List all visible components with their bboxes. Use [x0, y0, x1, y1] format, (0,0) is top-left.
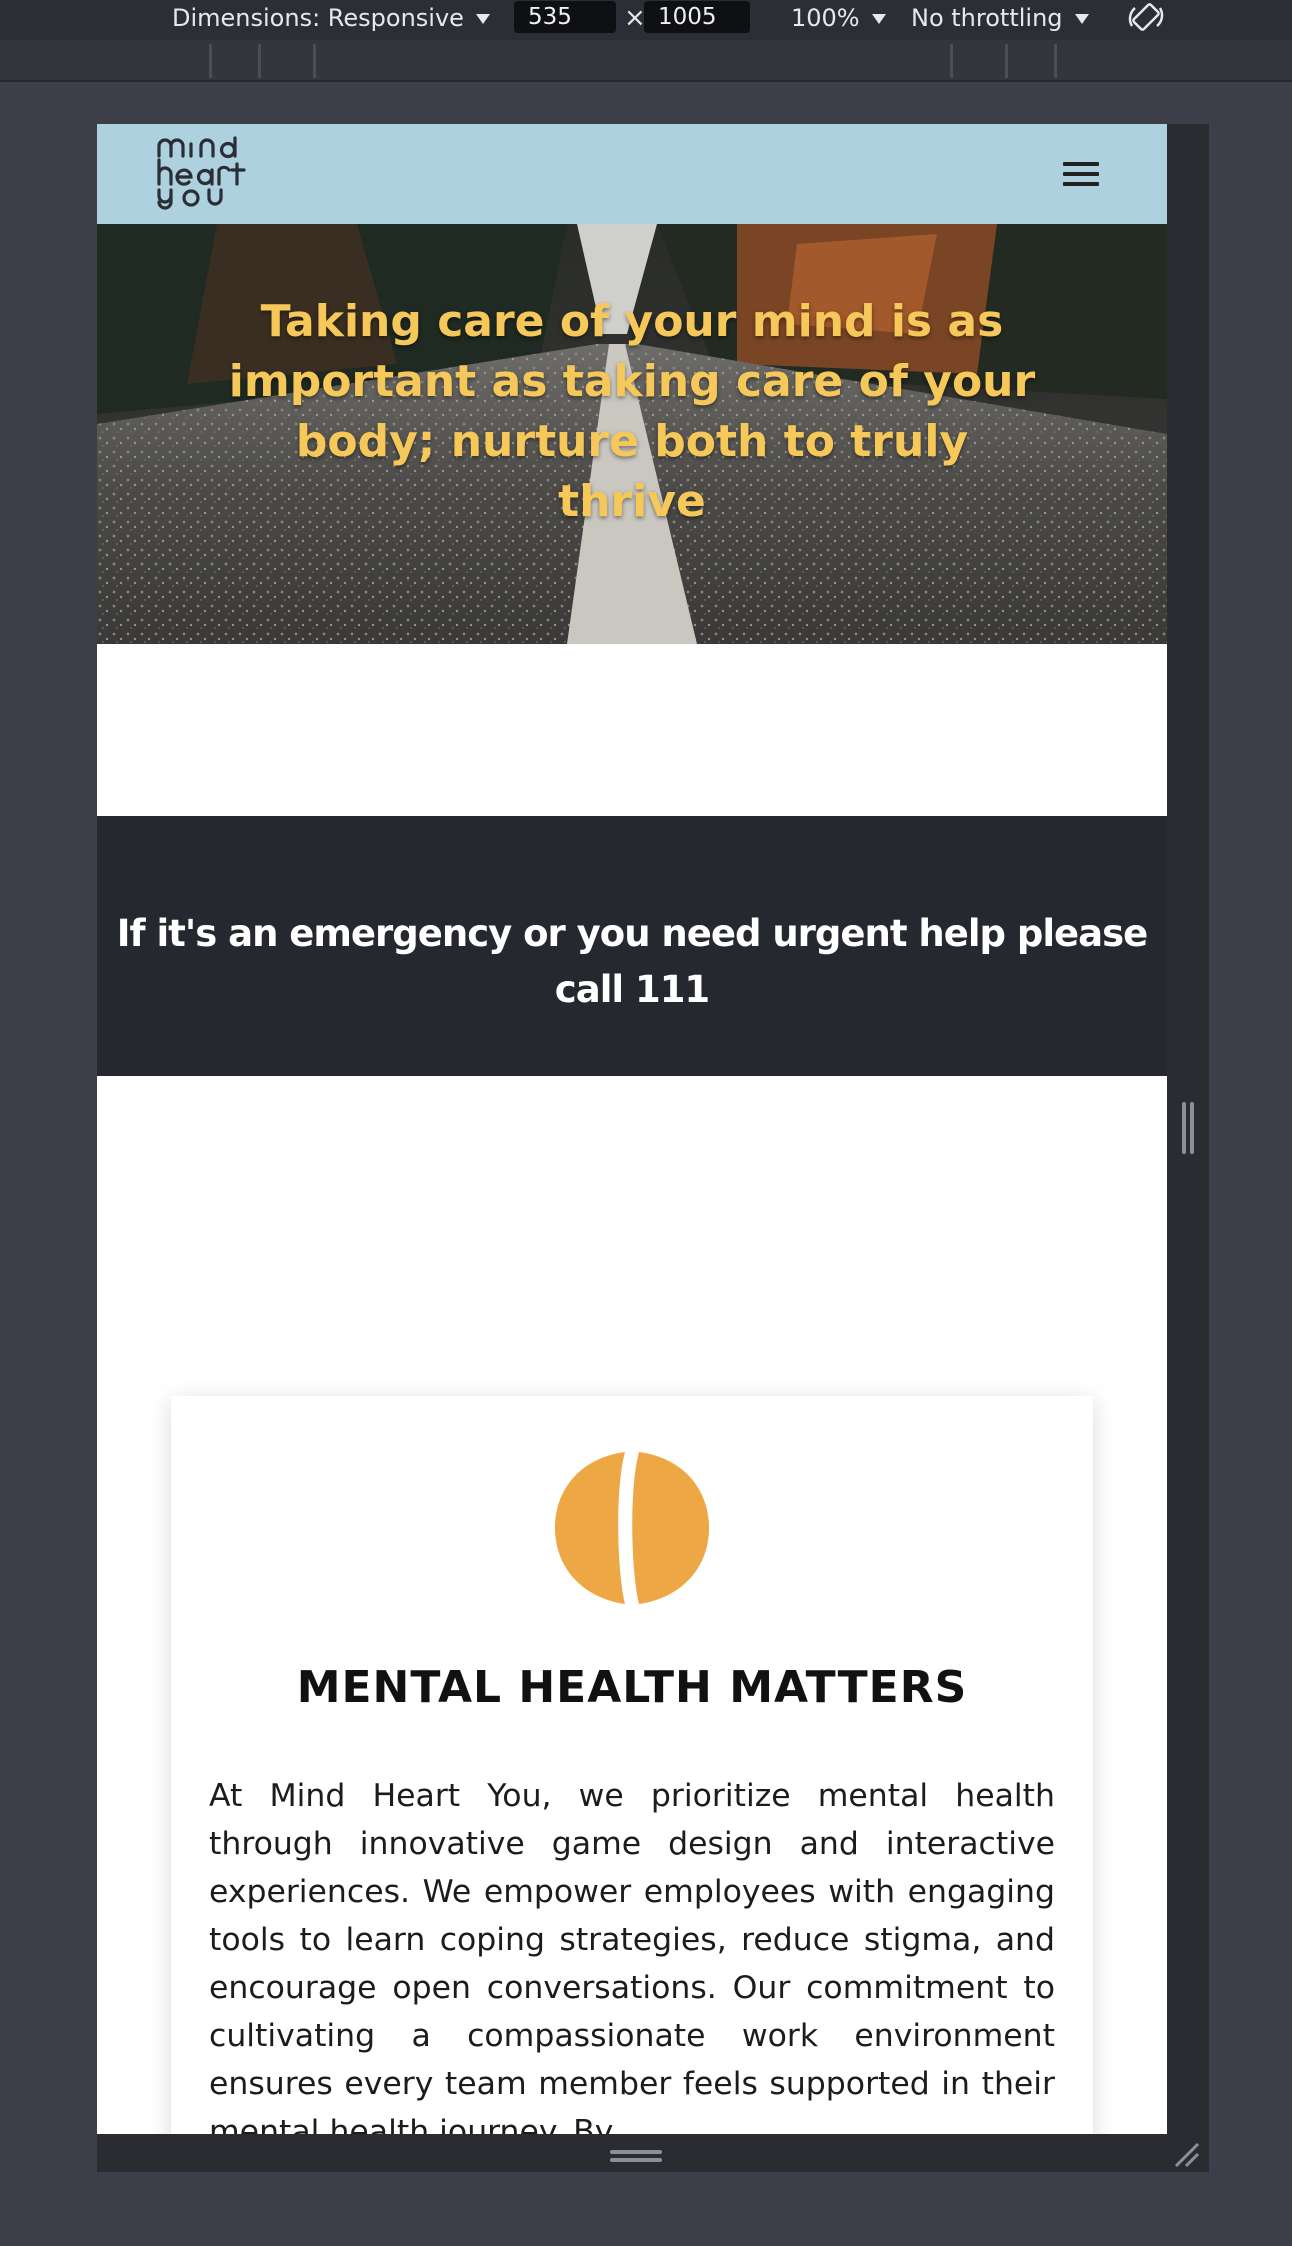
- dimensions-dropdown[interactable]: Dimensions: Responsive: [172, 2, 490, 34]
- ruler-tick: [950, 44, 953, 78]
- resize-grip-bottom: [610, 2158, 662, 2162]
- resize-grip-right: [1190, 1102, 1194, 1154]
- site-header: [97, 124, 1167, 224]
- logo[interactable]: [155, 130, 255, 218]
- zoom-dropdown[interactable]: 100%: [791, 2, 886, 34]
- resize-grip-right: [1182, 1102, 1186, 1154]
- chevron-down-icon: [1074, 14, 1089, 24]
- devtools-toolbar: Dimensions: Responsive 535 × 1005 100% N…: [0, 0, 1292, 40]
- ruler-tick: [209, 44, 212, 78]
- resize-handle-right[interactable]: [1167, 124, 1209, 2134]
- media-query-ruler: [0, 40, 1292, 82]
- zoom-label: 100%: [791, 4, 860, 32]
- hero-quote: Taking care of your mind is as important…: [228, 296, 1036, 527]
- chevron-down-icon: [475, 14, 490, 24]
- hamburger-line: [1063, 162, 1099, 166]
- height-input[interactable]: 1005: [644, 1, 750, 33]
- resize-grip-bottom: [610, 2150, 662, 2154]
- rotate-icon[interactable]: [1126, 0, 1166, 36]
- logo-wordmark: [157, 136, 246, 210]
- ruler-tick: [313, 44, 316, 78]
- chevron-down-icon: [871, 14, 886, 24]
- ruler-tick: [258, 44, 261, 78]
- card-title: MENTAL HEALTH MATTERS: [296, 1662, 968, 1713]
- ruler-tick: [1005, 44, 1008, 78]
- resize-corner-icon[interactable]: [1172, 2140, 1202, 2170]
- times-icon: ×: [624, 3, 646, 33]
- device-viewport: Taking care of your mind is as important…: [97, 124, 1167, 2134]
- dimensions-label: Dimensions: Responsive: [172, 4, 464, 32]
- throttling-label: No throttling: [911, 4, 1063, 32]
- emergency-banner: If it's an emergency or you need urgent …: [97, 816, 1167, 1076]
- width-input[interactable]: 535: [514, 1, 616, 33]
- card-body: At Mind Heart You, we prioritize mental …: [209, 1778, 1055, 2134]
- throttling-dropdown[interactable]: No throttling: [911, 2, 1089, 34]
- emergency-text: If it's an emergency or you need urgent …: [116, 912, 1149, 1011]
- mental-health-card: MENTAL HEALTH MATTERS At Mind Heart You,…: [171, 1396, 1093, 2134]
- menu-toggle-button[interactable]: [1063, 162, 1101, 188]
- brain-icon: [555, 1452, 709, 1604]
- hamburger-line: [1063, 172, 1099, 176]
- hamburger-line: [1063, 182, 1099, 186]
- ruler-tick: [1054, 44, 1057, 78]
- hero-banner: Taking care of your mind is as important…: [97, 224, 1167, 644]
